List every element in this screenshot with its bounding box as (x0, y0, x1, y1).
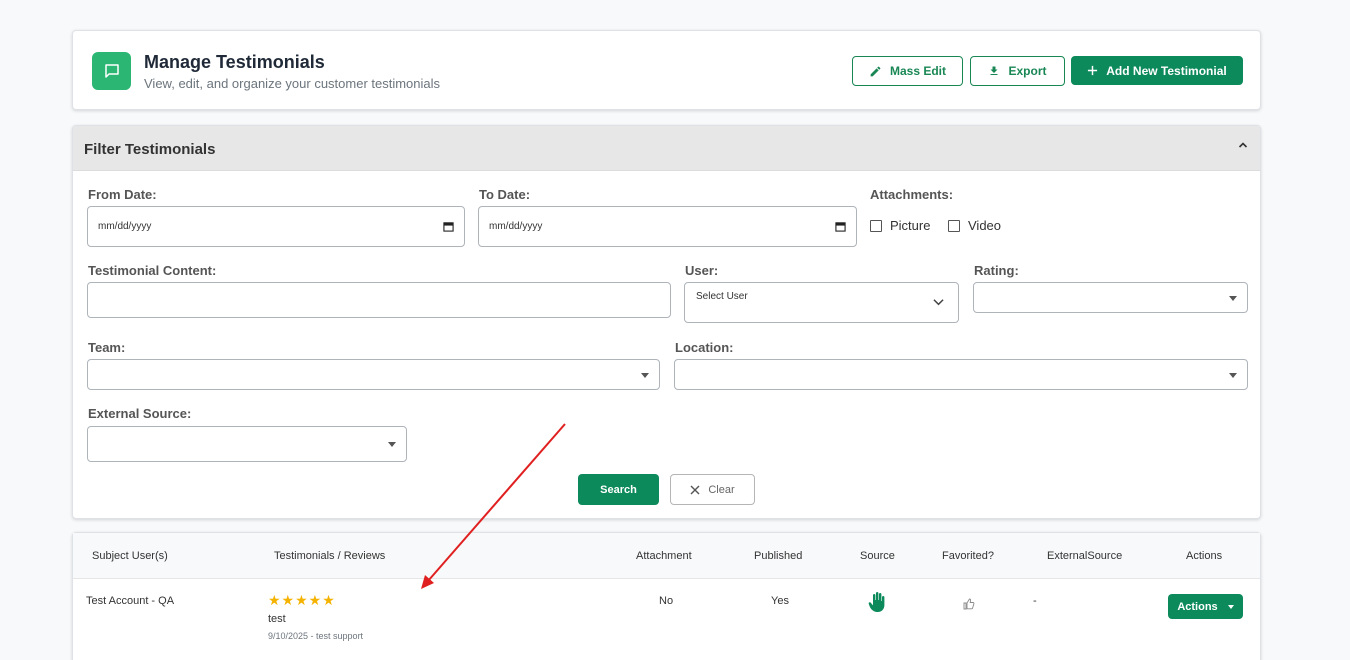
from-date-label: From Date: (88, 187, 157, 202)
add-testimonial-button[interactable]: Add New Testimonial (1071, 56, 1243, 85)
export-label: Export (1008, 64, 1047, 78)
mass-edit-button[interactable]: Mass Edit (852, 56, 963, 86)
column-header[interactable]: Attachment (636, 550, 692, 562)
calendar-icon[interactable] (835, 221, 846, 232)
caret-down-icon (1227, 604, 1234, 609)
chevron-down-icon (933, 299, 944, 306)
video-checkbox[interactable]: Video (948, 218, 1001, 233)
to-date-label: To Date: (479, 187, 531, 202)
from-date-value: mm/dd/yyyy (98, 221, 152, 232)
review-text: test (268, 613, 286, 625)
column-header[interactable]: Favorited? (942, 550, 994, 562)
user-select[interactable]: Select User (684, 282, 959, 323)
caret-down-icon (1229, 295, 1237, 301)
column-header[interactable]: Actions (1186, 550, 1222, 562)
user-label: User: (685, 263, 719, 278)
published-value: Yes (771, 595, 789, 607)
from-date-input[interactable]: mm/dd/yyyy (87, 206, 465, 247)
external-source-value: - (1033, 595, 1037, 607)
location-label: Location: (675, 340, 734, 355)
testimonials-table: Subject User(s) Testimonials / Reviews A… (72, 532, 1261, 660)
to-date-value: mm/dd/yyyy (489, 221, 543, 232)
external-source-label: External Source: (88, 406, 192, 421)
mass-edit-label: Mass Edit (889, 64, 946, 78)
attachments-label: Attachments: (870, 187, 954, 202)
rating-label: Rating: (974, 263, 1019, 278)
rating-select[interactable] (973, 282, 1248, 313)
calendar-icon[interactable] (443, 221, 454, 232)
search-button[interactable]: Search (578, 474, 659, 505)
checkbox-box[interactable] (870, 219, 882, 232)
page-title: Manage Testimonials (144, 52, 325, 72)
filter-panel: Filter Testimonials From Date: mm/dd/yyy… (72, 125, 1261, 519)
location-select[interactable] (674, 359, 1248, 390)
external-source-select[interactable] (87, 426, 407, 462)
plus-icon (1088, 65, 1098, 76)
column-header[interactable]: Testimonials / Reviews (274, 550, 385, 562)
pencil-icon (870, 66, 881, 76)
page-header: Manage Testimonials View, edit, and orga… (72, 30, 1261, 110)
checkbox-box[interactable] (948, 219, 960, 232)
caret-down-icon (1229, 372, 1237, 378)
user-placeholder: Select User (696, 291, 748, 302)
caret-down-icon (641, 372, 649, 378)
table-header: Subject User(s) Testimonials / Reviews A… (73, 533, 1260, 579)
thumbs-up-icon[interactable] (963, 598, 975, 610)
column-header[interactable]: Subject User(s) (92, 550, 168, 562)
picture-label: Picture (890, 218, 931, 233)
column-header[interactable]: ExternalSource (1047, 550, 1122, 562)
content-label: Testimonial Content: (88, 263, 217, 278)
chat-bubble-icon (92, 52, 131, 90)
chevron-up-icon[interactable] (1238, 140, 1248, 150)
filter-header[interactable]: Filter Testimonials (73, 126, 1260, 171)
clear-label: Clear (708, 483, 735, 496)
clear-button[interactable]: Clear (670, 474, 755, 505)
page-subtitle: View, edit, and organize your customer t… (144, 76, 441, 91)
actions-dropdown-button[interactable]: Actions (1168, 594, 1243, 619)
video-label: Video (968, 218, 1002, 233)
subject-user: Test Account - QA (86, 595, 175, 607)
review-meta: 9/10/2025 - test support (268, 631, 364, 641)
hand-icon (868, 592, 885, 612)
testimonial-content-input[interactable] (87, 282, 671, 318)
team-select[interactable] (87, 359, 660, 390)
download-icon (990, 66, 998, 75)
filter-title: Filter Testimonials (84, 141, 216, 158)
to-date-input[interactable]: mm/dd/yyyy (478, 206, 857, 247)
actions-label: Actions (1177, 600, 1218, 613)
close-icon (690, 485, 700, 494)
picture-checkbox[interactable]: Picture (870, 218, 930, 233)
column-header[interactable]: Published (754, 550, 802, 562)
column-header[interactable]: Source (860, 550, 895, 562)
attachment-value: No (659, 595, 674, 607)
export-button[interactable]: Export (970, 56, 1065, 86)
team-label: Team: (88, 340, 126, 355)
star-rating: ★★★★★ (268, 592, 336, 608)
caret-down-icon (388, 442, 396, 447)
add-testimonial-label: Add New Testimonial (1106, 63, 1227, 78)
